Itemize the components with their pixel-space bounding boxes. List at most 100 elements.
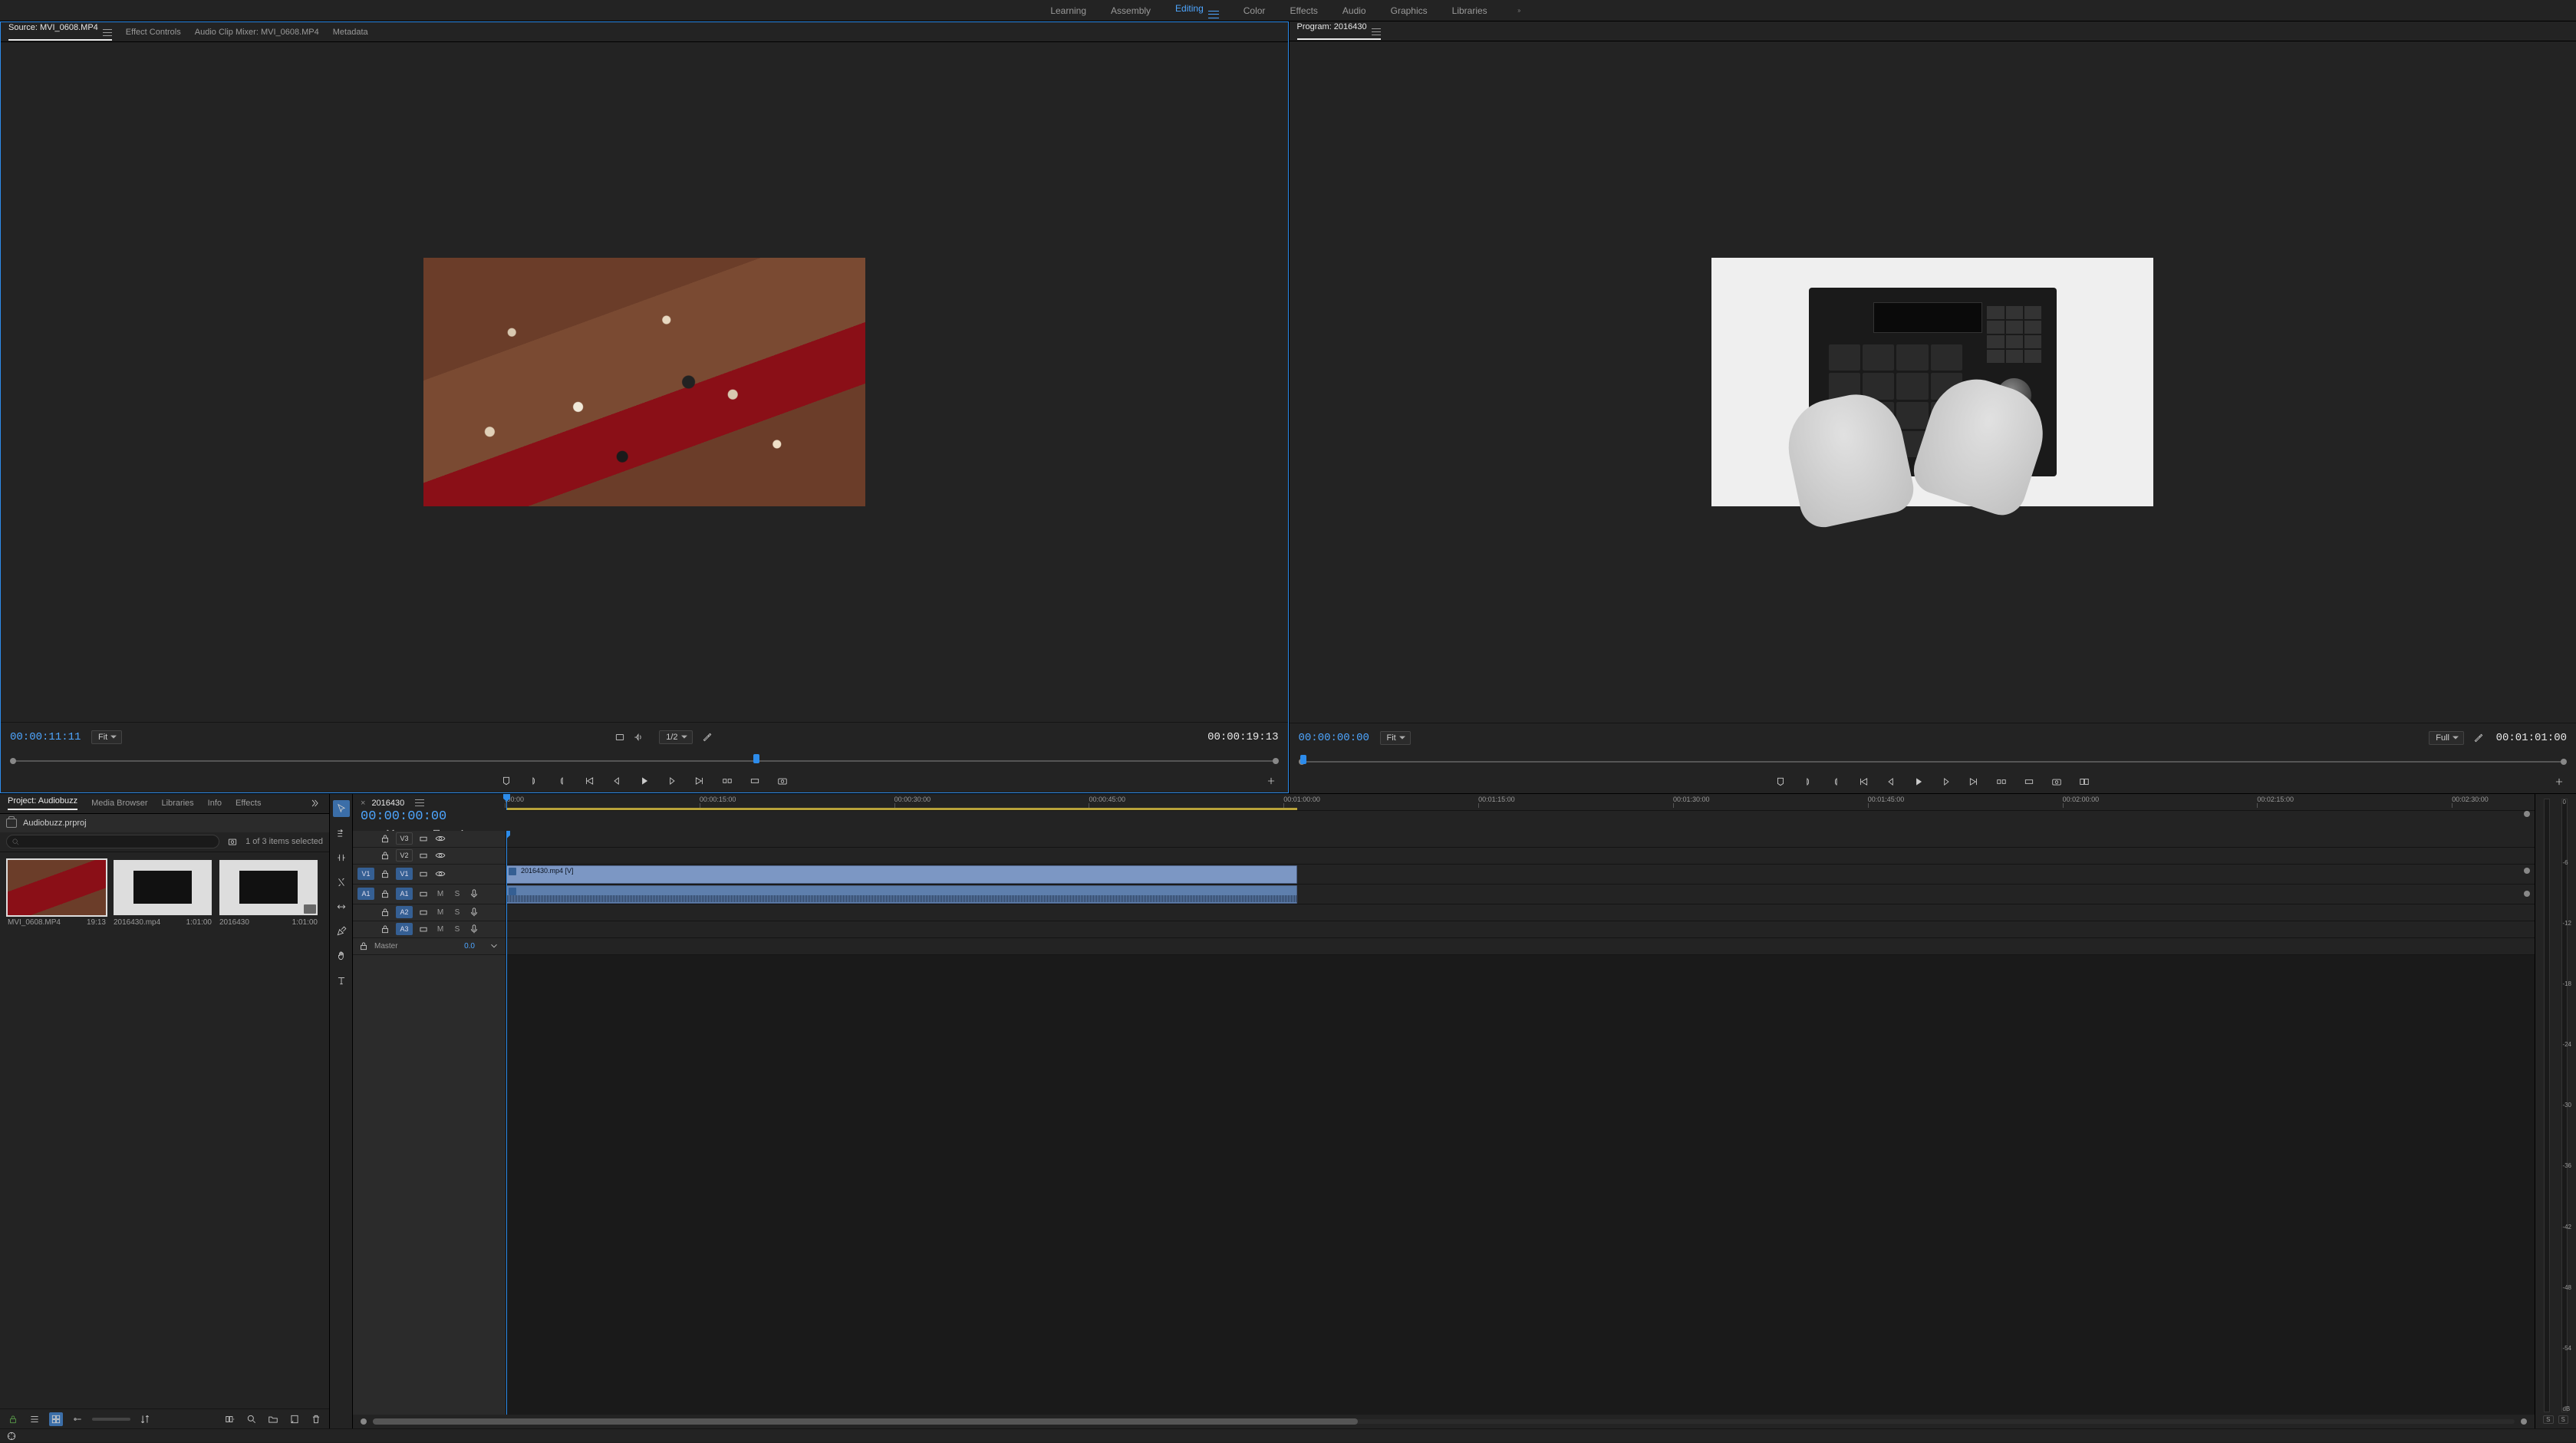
toggle-output-icon[interactable]	[434, 832, 446, 845]
track-header-v1[interactable]: V1 V1	[353, 865, 506, 885]
zoom-handle-left[interactable]	[361, 1418, 367, 1425]
step-back-icon[interactable]	[1883, 774, 1899, 789]
mute-toggle[interactable]: M	[434, 888, 446, 900]
lock-icon[interactable]	[357, 940, 370, 952]
bin-thumb[interactable]	[219, 860, 318, 915]
timeline-ruler[interactable]: ;00:0000:00:15:0000:00:30:0000:00:45:000…	[506, 794, 2535, 811]
workspace-tab-learning[interactable]: Learning	[1050, 5, 1086, 16]
comparison-view-icon[interactable]	[2077, 774, 2092, 789]
panel-menu-icon[interactable]	[1372, 28, 1381, 35]
a-zoom-handle[interactable]	[2524, 891, 2530, 897]
track-target[interactable]: V1	[396, 868, 413, 880]
bin-thumb[interactable]	[8, 860, 106, 915]
expand-master-icon[interactable]	[487, 939, 501, 953]
sequence-name[interactable]: 2016430	[371, 799, 404, 808]
sync-lock-icon[interactable]	[417, 923, 430, 935]
mark-in-icon[interactable]	[526, 773, 542, 789]
hand-tool-icon[interactable]	[333, 947, 350, 964]
track-target[interactable]: A1	[396, 888, 413, 900]
razor-tool-icon[interactable]	[333, 874, 350, 891]
zoom-handle-right[interactable]	[2521, 1418, 2527, 1425]
source-zoom-dropdown[interactable]: Fit	[91, 730, 122, 744]
workspace-overflow-icon[interactable]	[1512, 4, 1526, 18]
track-header-v3[interactable]: V3	[353, 831, 506, 848]
ripple-edit-tool-icon[interactable]	[333, 849, 350, 866]
go-to-in-icon[interactable]	[1856, 774, 1871, 789]
tab-info[interactable]: Info	[208, 799, 222, 808]
program-current-timecode[interactable]: 00:00:00:00	[1299, 732, 1372, 744]
selection-tool-icon[interactable]	[333, 800, 350, 817]
panel-overflow-icon[interactable]	[308, 796, 321, 810]
timeline-zoom-scrollbar[interactable]	[353, 1415, 2535, 1428]
tab-metadata[interactable]: Metadata	[333, 28, 368, 37]
track-header-a3[interactable]: A3 M S	[353, 921, 506, 938]
master-value[interactable]: 0.0	[464, 942, 475, 950]
tab-libraries[interactable]: Libraries	[161, 799, 193, 808]
mute-toggle[interactable]: M	[434, 923, 446, 935]
insert-icon[interactable]	[720, 773, 735, 789]
lock-icon[interactable]	[379, 888, 391, 900]
v-zoom-handle[interactable]	[2524, 868, 2530, 874]
voiceover-icon[interactable]	[468, 906, 480, 918]
overwrite-icon[interactable]	[747, 773, 763, 789]
play-icon[interactable]	[1911, 774, 1926, 789]
close-sequence-icon[interactable]: ×	[361, 799, 365, 808]
workspace-tab-libraries[interactable]: Libraries	[1452, 5, 1487, 16]
track-header-a1[interactable]: A1 A1 M S	[353, 885, 506, 904]
project-bin-grid[interactable]: MVI_0608.MP419:13 2016430.mp41:01:00 201…	[0, 852, 329, 1408]
track-target[interactable]: V2	[396, 849, 413, 862]
project-search-input[interactable]	[6, 835, 219, 848]
step-back-icon[interactable]	[609, 773, 624, 789]
go-to-in-icon[interactable]	[581, 773, 597, 789]
go-to-out-icon[interactable]	[1966, 774, 1981, 789]
extract-icon[interactable]	[2021, 774, 2037, 789]
slip-tool-icon[interactable]	[333, 898, 350, 915]
mark-out-icon[interactable]	[554, 773, 569, 789]
panel-menu-icon[interactable]	[415, 799, 424, 806]
bin-item[interactable]: 2016430.mp41:01:00	[114, 860, 212, 927]
program-resolution-dropdown[interactable]: Full	[2429, 731, 2464, 745]
source-viewer[interactable]	[1, 42, 1288, 722]
timeline-clip-video[interactable]: 2016430.mp4 [V]	[506, 865, 1297, 884]
sync-lock-icon[interactable]	[417, 868, 430, 880]
lock-icon[interactable]	[379, 849, 391, 862]
mark-out-icon[interactable]	[1828, 774, 1843, 789]
timeline-playhead-line[interactable]	[506, 831, 507, 1415]
lift-icon[interactable]	[1994, 774, 2009, 789]
sort-icon[interactable]	[138, 1412, 152, 1426]
go-to-out-icon[interactable]	[692, 773, 707, 789]
source-current-timecode[interactable]: 00:00:11:11	[10, 731, 84, 743]
tab-project[interactable]: Project: Audiobuzz	[8, 796, 77, 810]
sync-lock-icon[interactable]	[417, 832, 430, 845]
pen-tool-icon[interactable]	[333, 923, 350, 940]
add-marker-icon[interactable]	[1773, 774, 1788, 789]
new-search-bin-icon[interactable]	[226, 835, 239, 848]
workspace-tab-effects[interactable]: Effects	[1290, 5, 1317, 16]
add-marker-icon[interactable]	[499, 773, 514, 789]
tab-effect-controls[interactable]: Effect Controls	[126, 28, 181, 37]
thumb-size-slider[interactable]	[92, 1418, 130, 1421]
lock-icon[interactable]	[379, 868, 391, 880]
drag-audio-only-icon[interactable]	[631, 730, 645, 744]
track-header-v2[interactable]: V2	[353, 848, 506, 865]
toggle-output-icon[interactable]	[434, 849, 446, 862]
workspace-tab-color[interactable]: Color	[1244, 5, 1266, 16]
solo-right[interactable]: S	[2558, 1415, 2568, 1424]
tab-media-browser[interactable]: Media Browser	[91, 799, 147, 808]
lock-icon[interactable]	[379, 832, 391, 845]
track-target[interactable]: V3	[396, 832, 413, 845]
program-zoom-dropdown[interactable]: Fit	[1380, 731, 1411, 745]
bin-item[interactable]: MVI_0608.MP419:13	[8, 860, 106, 927]
new-bin-icon[interactable]	[266, 1412, 280, 1426]
workspace-tab-assembly[interactable]: Assembly	[1111, 5, 1151, 16]
freeform-view-icon[interactable]	[71, 1412, 84, 1426]
button-editor-icon[interactable]	[1263, 773, 1279, 789]
track-header-master[interactable]: Master 0.0	[353, 938, 506, 955]
timeline-playhead[interactable]	[506, 794, 507, 810]
timeline-current-timecode[interactable]: 00:00:00:00	[361, 809, 499, 824]
mark-in-icon[interactable]	[1800, 774, 1816, 789]
scroll-thumb[interactable]	[373, 1418, 1358, 1425]
tab-program[interactable]: Program: 2016430	[1297, 22, 1381, 40]
sync-lock-icon[interactable]	[417, 888, 430, 900]
new-item-icon[interactable]	[288, 1412, 301, 1426]
